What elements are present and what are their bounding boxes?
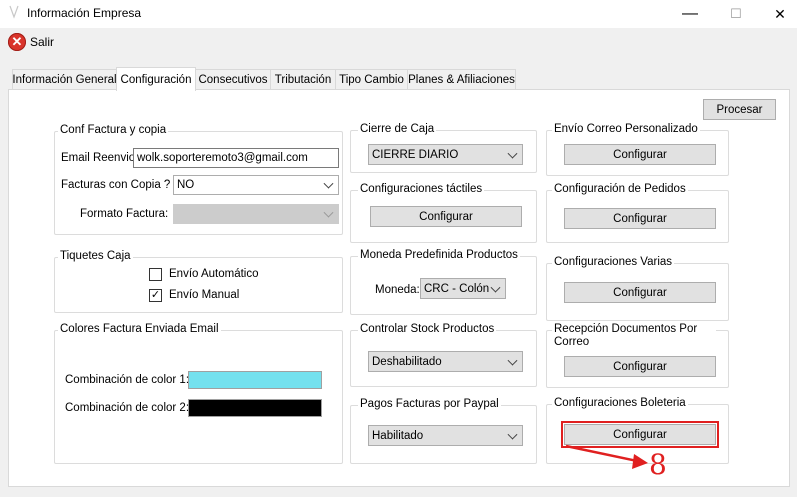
colores-factura-group	[54, 330, 343, 464]
moneda-label: Moneda:	[375, 284, 420, 296]
maximize-button[interactable]: ☐	[713, 0, 759, 28]
formato-factura-label: Formato Factura:	[80, 208, 169, 220]
chevron-down-icon	[323, 178, 334, 189]
check-icon: ✓	[150, 289, 161, 301]
facturas-copia-label: Facturas con Copia ?	[61, 179, 171, 191]
chevron-down-icon	[507, 429, 518, 440]
formato-factura-select[interactable]	[173, 204, 339, 224]
cierre-caja-select[interactable]: CIERRE DIARIO	[368, 144, 523, 165]
pedidos-configurar-button[interactable]: Configurar	[564, 208, 716, 229]
tab-tributacion[interactable]: Tributación	[270, 69, 336, 89]
close-button[interactable]: ✕	[757, 0, 797, 28]
boleteria-title: Configuraciones Boleteria	[552, 397, 688, 409]
paypal-title: Pagos Facturas por Paypal	[358, 398, 501, 410]
chevron-down-icon	[490, 282, 501, 293]
moneda-title: Moneda Predefinida Productos	[358, 249, 520, 261]
recepcion-configurar-button[interactable]: Configurar	[564, 356, 716, 377]
color1-label: Combinación de color 1:	[65, 374, 190, 386]
tiquetes-caja-title: Tiquetes Caja	[58, 250, 133, 262]
envio-manual-checkbox[interactable]: ✓	[149, 289, 162, 302]
close-circle-icon: ✕	[8, 33, 26, 51]
window-title: Información Empresa	[27, 6, 142, 20]
email-reenvio-input[interactable]: wolk.soporteremoto3@gmail.com	[133, 148, 339, 168]
recepcion-title: Recepción Documentos Por Correo	[552, 323, 716, 349]
menu-bar	[0, 28, 797, 56]
email-reenvio-label: Email Reenvio:	[61, 152, 139, 164]
envio-automatico-checkbox[interactable]	[149, 268, 162, 281]
tab-informacion-general[interactable]: Información General	[12, 69, 117, 89]
exit-menu-item[interactable]: ✕ Salir	[6, 31, 56, 53]
tab-tipo-cambio[interactable]: Tipo Cambio	[335, 69, 408, 89]
tab-consecutivos[interactable]: Consecutivos	[195, 69, 271, 89]
chevron-down-icon	[323, 207, 334, 218]
color2-label: Combinación de color 2:	[65, 402, 190, 414]
color1-swatch[interactable]	[188, 371, 322, 389]
stock-title: Controlar Stock Productos	[358, 323, 497, 335]
cierre-caja-title: Cierre de Caja	[358, 123, 437, 135]
envio-automatico-label: Envío Automático	[169, 268, 259, 280]
facturas-copia-select[interactable]: NO	[173, 175, 339, 195]
envio-manual-option[interactable]: ✓ Envío Manual	[149, 289, 269, 304]
envio-manual-label: Envío Manual	[169, 289, 240, 301]
varias-title: Configuraciones Varias	[552, 256, 675, 268]
exit-label: Salir	[30, 35, 55, 49]
tab-planes-afiliaciones[interactable]: Planes & Afiliaciones	[407, 69, 516, 89]
colores-factura-title: Colores Factura Enviada Email	[58, 323, 221, 335]
envio-automatico-option[interactable]: Envío Automático	[149, 268, 269, 283]
app-icon	[8, 5, 20, 19]
config-tactiles-button[interactable]: Configurar	[370, 206, 522, 227]
chevron-down-icon	[507, 355, 518, 366]
conf-factura-title: Conf Factura y copia	[58, 124, 169, 136]
pedidos-title: Configuración de Pedidos	[552, 183, 688, 195]
correo-configurar-button[interactable]: Configurar	[564, 144, 716, 165]
paypal-value: Habilitado	[372, 429, 424, 442]
procesar-button[interactable]: Procesar	[703, 99, 776, 120]
correo-title: Envío Correo Personalizado	[552, 123, 700, 135]
cierre-caja-value: CIERRE DIARIO	[372, 148, 459, 161]
tiquetes-caja-group	[54, 257, 343, 313]
minimize-button[interactable]: —	[667, 0, 713, 28]
facturas-copia-value: NO	[177, 179, 195, 191]
stock-value: Deshabilitado	[372, 355, 442, 368]
moneda-value: CRC - Colón	[424, 282, 490, 295]
paypal-select[interactable]: Habilitado	[368, 425, 523, 446]
config-tactiles-title: Configuraciones táctiles	[358, 183, 485, 195]
stock-select[interactable]: Deshabilitado	[368, 351, 523, 372]
varias-configurar-button[interactable]: Configurar	[564, 282, 716, 303]
tab-configuracion[interactable]: Configuración	[116, 67, 196, 91]
annotation-number: 8	[649, 448, 667, 481]
color2-swatch[interactable]	[188, 399, 322, 417]
moneda-select[interactable]: CRC - Colón	[420, 278, 506, 299]
chevron-down-icon	[507, 148, 518, 159]
